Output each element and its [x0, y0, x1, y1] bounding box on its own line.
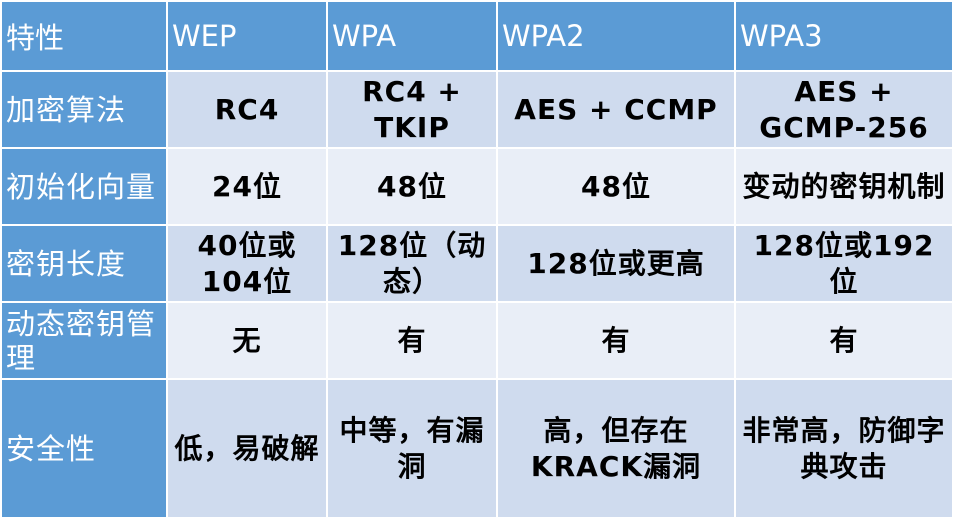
cell-wpa3-encryption: AES + GCMP-256: [734, 70, 954, 149]
cell-wpa2-key-length: 128位或更高: [496, 224, 736, 303]
row-label-dynamic-key: 动态密钥管理: [0, 301, 168, 380]
table-row-dynamic-key: 动态密钥管理 无 有 有 有: [0, 301, 954, 380]
cell-wpa-dynamic-key: 有: [326, 301, 498, 380]
table-row-key-length: 密钥长度 40位或104位 128位（动态） 128位或更高 128位或192位: [0, 224, 954, 303]
header-wpa2: WPA2: [496, 0, 736, 72]
row-label-encryption: 加密算法: [0, 70, 168, 149]
header-feature: 特性: [0, 0, 168, 72]
cell-wep-dynamic-key: 无: [166, 301, 328, 380]
wifi-security-comparison-table: 特性 WEP WPA WPA2 WPA3 加密算法 RC4 RC4 + TKIP…: [0, 0, 954, 519]
table-row-security: 安全性 低，易破解 中等，有漏洞 高，但存在KRACK漏洞 非常高，防御字典攻击: [0, 378, 954, 519]
row-label-key-length: 密钥长度: [0, 224, 168, 303]
table-header-row: 特性 WEP WPA WPA2 WPA3: [0, 0, 954, 72]
cell-wpa2-dynamic-key: 有: [496, 301, 736, 380]
cell-wep-iv: 24位: [166, 147, 328, 226]
cell-wpa2-encryption: AES + CCMP: [496, 70, 736, 149]
cell-wep-key-length: 40位或104位: [166, 224, 328, 303]
cell-wpa-iv: 48位: [326, 147, 498, 226]
cell-wpa-encryption: RC4 + TKIP: [326, 70, 498, 149]
row-label-iv: 初始化向量: [0, 147, 168, 226]
table-row-iv: 初始化向量 24位 48位 48位 变动的密钥机制: [0, 147, 954, 226]
cell-wpa3-key-length: 128位或192位: [734, 224, 954, 303]
header-wpa3: WPA3: [734, 0, 954, 72]
cell-wep-security: 低，易破解: [166, 378, 328, 519]
cell-wpa-security: 中等，有漏洞: [326, 378, 498, 519]
cell-wpa3-dynamic-key: 有: [734, 301, 954, 380]
cell-wpa3-iv: 变动的密钥机制: [734, 147, 954, 226]
comparison-table-container: 特性 WEP WPA WPA2 WPA3 加密算法 RC4 RC4 + TKIP…: [0, 0, 954, 519]
cell-wpa2-security: 高，但存在KRACK漏洞: [496, 378, 736, 519]
cell-wpa2-iv: 48位: [496, 147, 736, 226]
header-wep: WEP: [166, 0, 328, 72]
header-wpa: WPA: [326, 0, 498, 72]
cell-wep-encryption: RC4: [166, 70, 328, 149]
table-row-encryption: 加密算法 RC4 RC4 + TKIP AES + CCMP AES + GCM…: [0, 70, 954, 149]
cell-wpa-key-length: 128位（动态）: [326, 224, 498, 303]
cell-wpa3-security: 非常高，防御字典攻击: [734, 378, 954, 519]
row-label-security: 安全性: [0, 378, 168, 519]
